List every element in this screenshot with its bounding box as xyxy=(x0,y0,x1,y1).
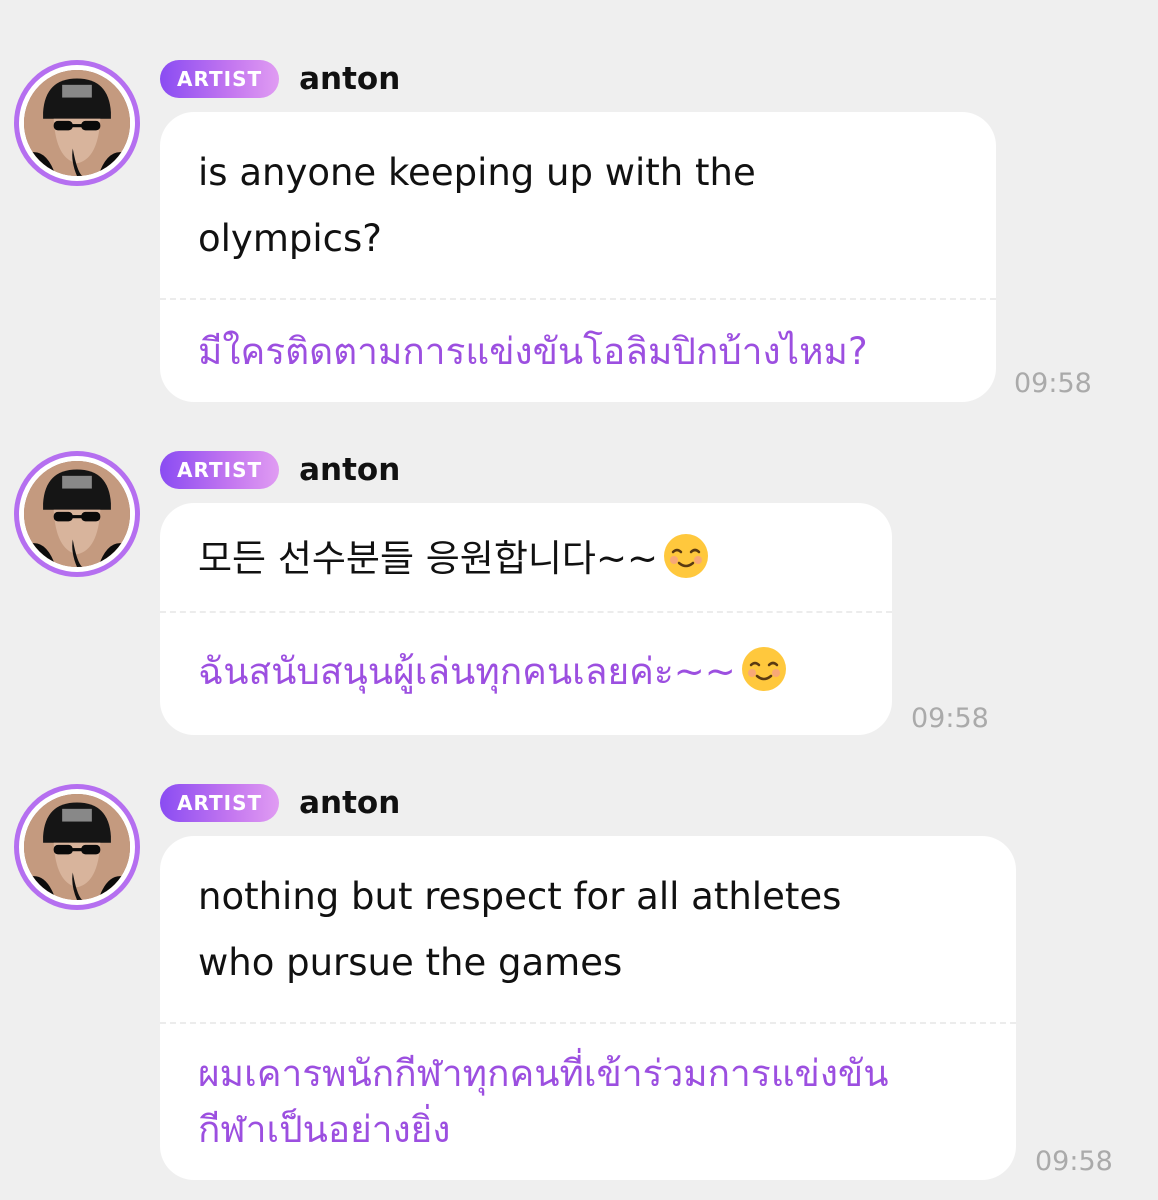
message-header: ARTIST anton xyxy=(160,451,400,489)
translated-text: ฉันสนับสนุนผู้เล่นทุกคนเลยค่ะ~~ xyxy=(160,613,892,724)
username[interactable]: anton xyxy=(299,452,400,488)
translated-text: มีใครติดตามการแข่งขันโอลิมปิกบ้างไหม? xyxy=(198,330,868,373)
translated-text: ผมเคารพนักกีฬาทุกคนที่เข้าร่วมการแข่งขัน… xyxy=(198,1052,889,1151)
avatar[interactable] xyxy=(14,784,140,910)
artist-badge: ARTIST xyxy=(160,60,280,98)
avatar[interactable] xyxy=(14,60,140,186)
avatar-photo xyxy=(24,794,130,900)
avatar-photo xyxy=(24,70,130,176)
message-header: ARTIST anton xyxy=(160,60,400,98)
avatar-photo xyxy=(24,461,130,567)
message-bubble[interactable]: is anyone keeping up with the olympics? … xyxy=(160,112,996,402)
original-text: nothing but respect for all athletes who… xyxy=(198,875,842,984)
original-text: 모든 선수분들 응원합니다~~ xyxy=(160,503,892,611)
original-text-content: 모든 선수분들 응원합니다~~ xyxy=(198,537,658,580)
artist-badge: ARTIST xyxy=(160,784,280,822)
timestamp: 09:58 xyxy=(1035,1146,1113,1177)
smiling-face-icon xyxy=(741,647,786,691)
timestamp: 09:58 xyxy=(911,703,989,734)
artist-badge: ARTIST xyxy=(160,451,280,489)
translated-text-content: ฉันสนับสนุนผู้เล่นทุกคนเลยค่ะ~~ xyxy=(198,650,736,693)
message-bubble[interactable]: nothing but respect for all athletes who… xyxy=(160,836,1016,1180)
username[interactable]: anton xyxy=(299,61,400,97)
avatar[interactable] xyxy=(14,451,140,577)
message-header: ARTIST anton xyxy=(160,784,400,822)
username[interactable]: anton xyxy=(299,785,400,821)
timestamp: 09:58 xyxy=(1014,368,1092,399)
original-text: is anyone keeping up with the olympics? xyxy=(198,151,756,260)
smiling-face-icon xyxy=(663,534,708,578)
message-bubble[interactable]: 모든 선수분들 응원합니다~~ ฉันสนับสนุนผู้เล่นทุกคนเ… xyxy=(160,503,892,735)
